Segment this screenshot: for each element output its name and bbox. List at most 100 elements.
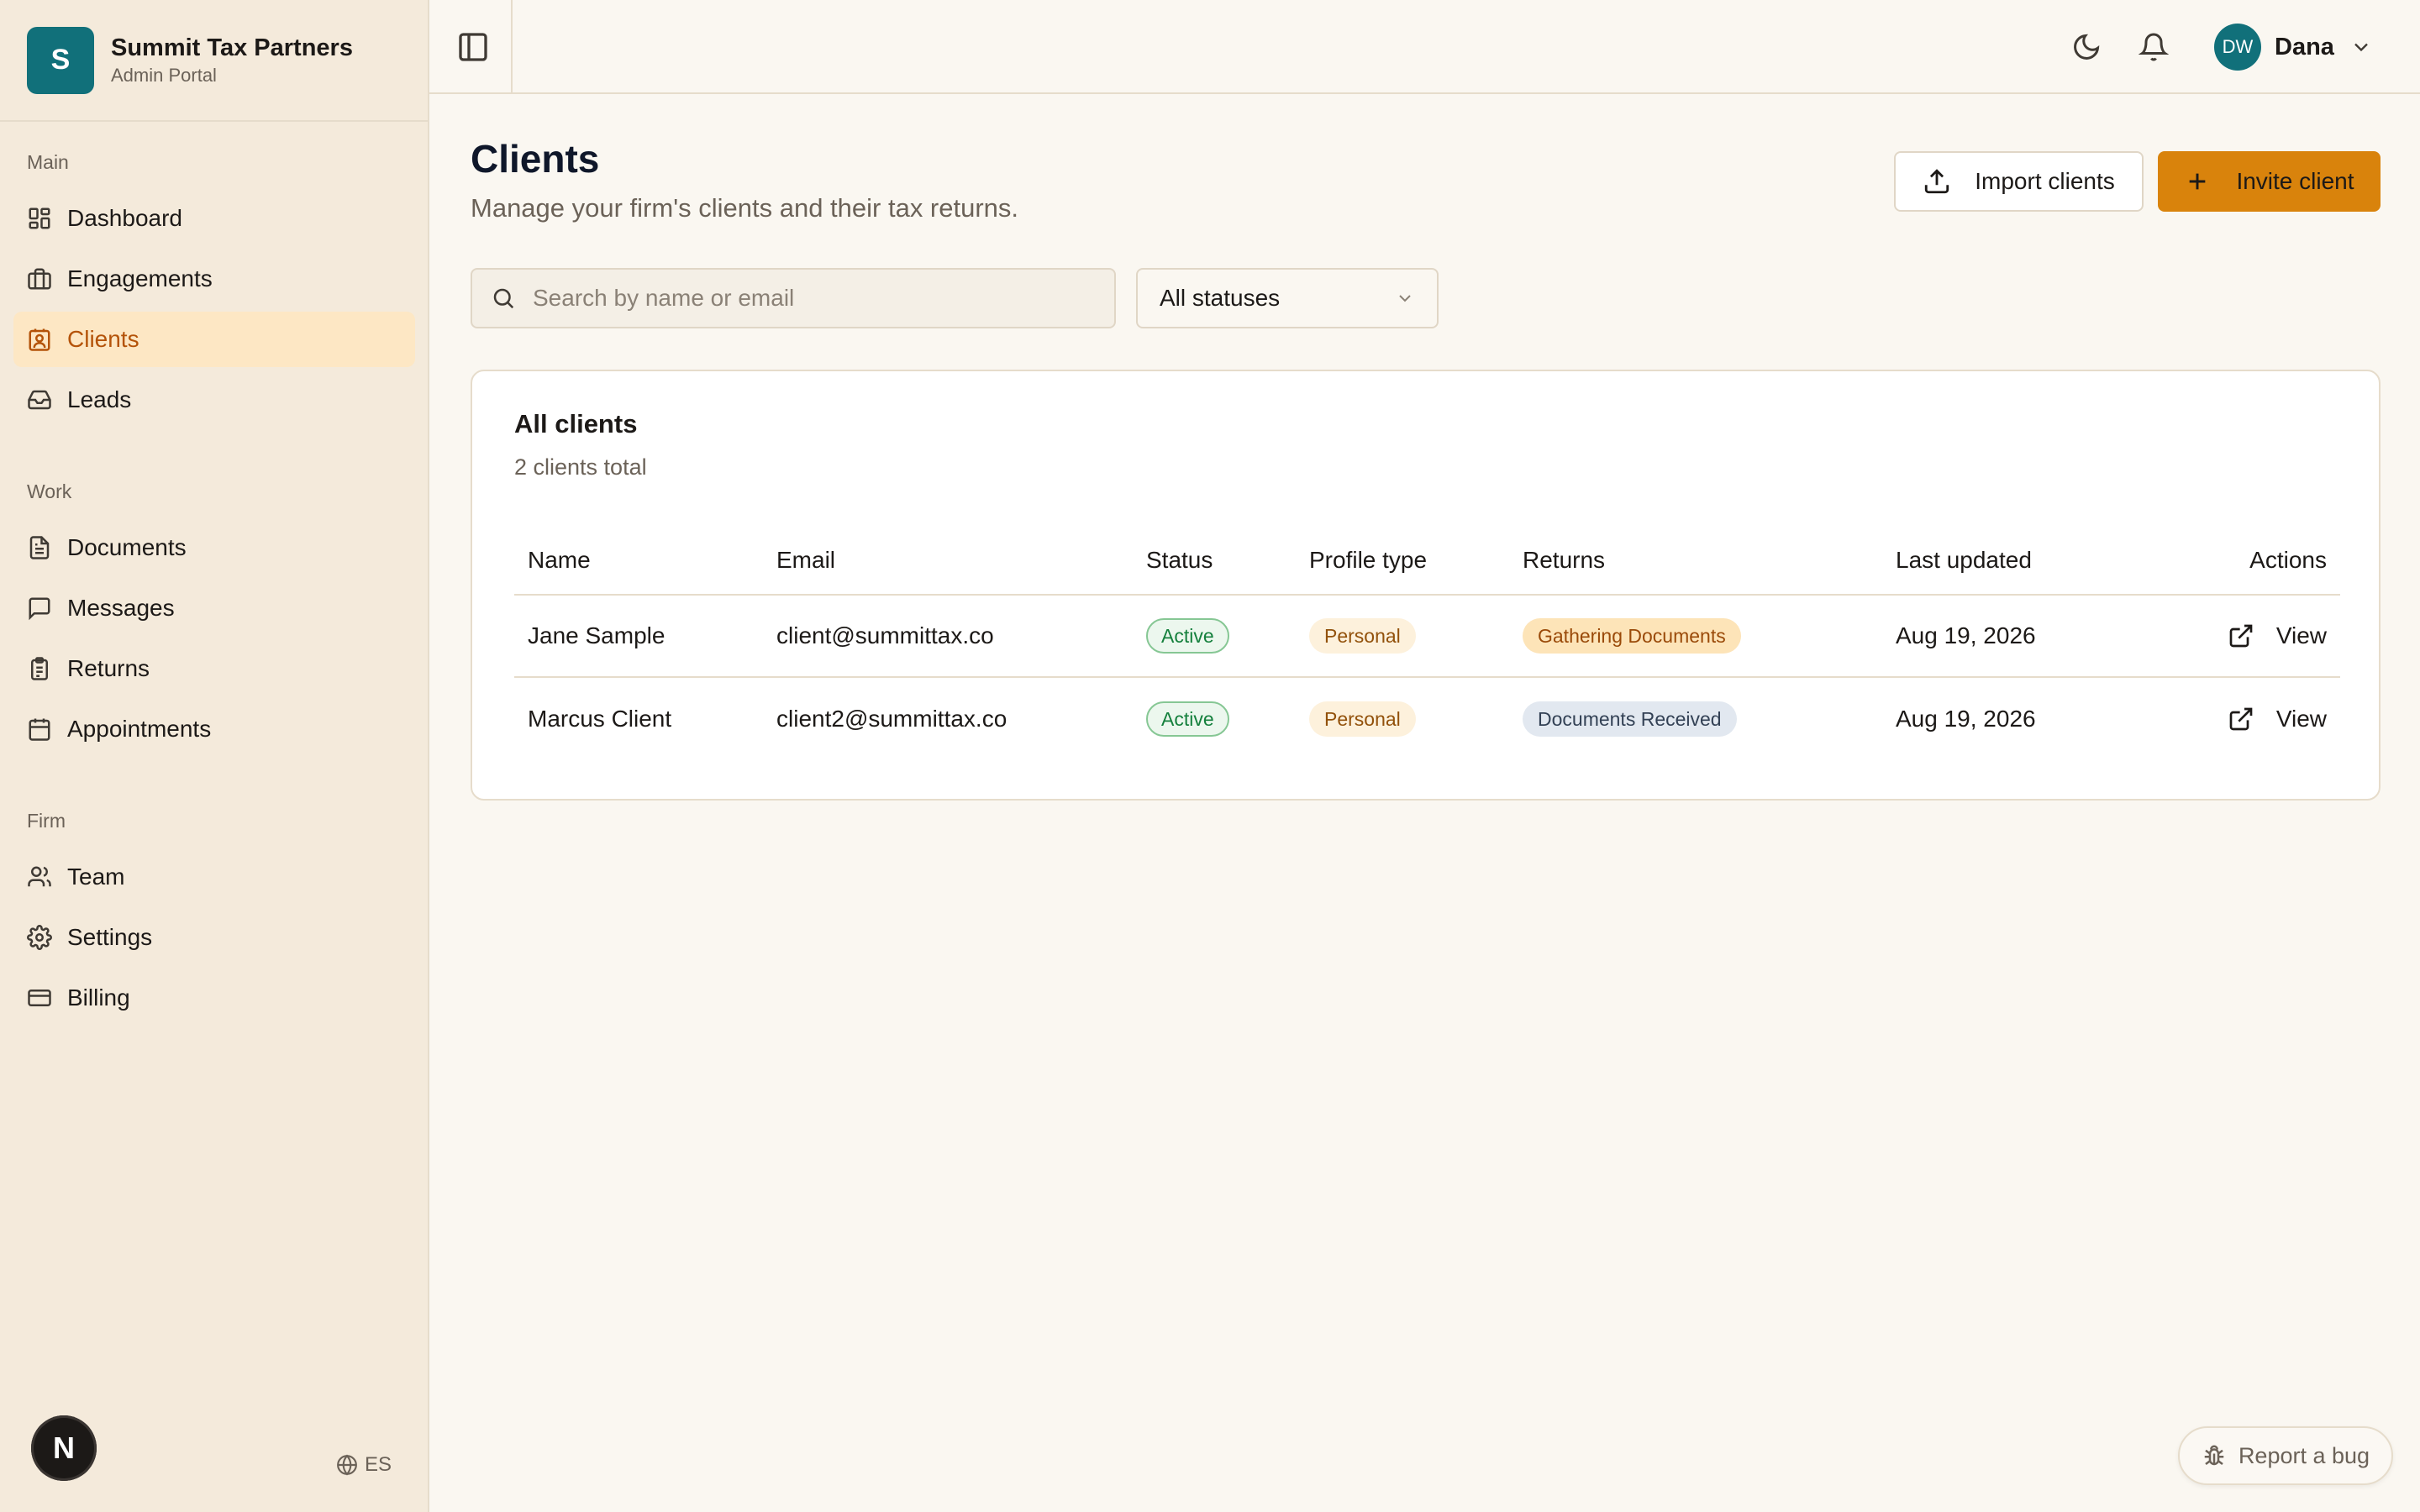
search-input[interactable]	[533, 285, 1104, 312]
status-filter-select[interactable]: All statuses	[1136, 268, 1439, 328]
column-header-name[interactable]: Name	[528, 527, 591, 594]
dashboard-icon	[29, 207, 50, 229]
view-label: View	[2275, 706, 2327, 732]
sidebar-item-settings[interactable]: Settings	[13, 910, 415, 965]
document-icon	[29, 536, 50, 559]
search-icon	[493, 288, 514, 309]
status-cell: Active	[1146, 596, 1229, 676]
bell-icon[interactable]	[2139, 32, 2169, 62]
column-header-status[interactable]: Status	[1146, 527, 1213, 594]
table-row[interactable]: Marcus Client client2@summittax.co Activ…	[514, 678, 2340, 760]
nav-section-main: Main Dashboard Engagements Clients Leads	[13, 145, 415, 428]
invite-client-label: Invite client	[2236, 168, 2354, 194]
invite-client-button[interactable]: Invite client	[2158, 151, 2381, 212]
client-name: Marcus Client	[528, 706, 672, 732]
brand-header[interactable]: S Summit Tax Partners Admin Portal	[0, 0, 428, 122]
sidebar: S Summit Tax Partners Admin Portal Main …	[0, 0, 429, 1512]
sidebar-item-appointments[interactable]: Appointments	[13, 701, 415, 757]
sidebar-item-returns[interactable]: Returns	[13, 641, 415, 696]
status-badge: Active	[1146, 701, 1229, 737]
briefcase-icon	[28, 268, 51, 290]
language-switcher[interactable]: ES	[336, 1453, 392, 1477]
calendar-icon	[29, 718, 50, 741]
sidebar-toggle-icon[interactable]	[456, 30, 490, 64]
clients-card: All clients 2 clients total Name Email S…	[471, 370, 2381, 801]
sidebar-item-label: Appointments	[67, 716, 212, 742]
returns-cell: Documents Received	[1523, 678, 1737, 760]
upload-icon	[1925, 169, 1949, 194]
clipboard-icon	[31, 657, 48, 680]
column-header-last-updated[interactable]: Last updated	[1896, 527, 2032, 594]
page-title: Clients	[471, 137, 600, 181]
last-updated: Aug 19, 2026	[1896, 622, 2036, 648]
sidebar-item-messages[interactable]: Messages	[13, 580, 415, 636]
sidebar-item-leads[interactable]: Leads	[13, 372, 415, 428]
view-client-button[interactable]: View	[2228, 622, 2327, 649]
nav-heading: Firm	[27, 810, 66, 832]
contact-icon	[29, 328, 50, 351]
report-bug-button[interactable]: Report a bug	[2178, 1426, 2393, 1485]
report-bug-label: Report a bug	[2238, 1442, 2370, 1468]
chevron-down-icon	[2354, 43, 2368, 52]
view-label: View	[2275, 622, 2327, 648]
status-cell: Active	[1146, 678, 1229, 760]
user-menu[interactable]: DW Dana	[2214, 24, 2373, 71]
clients-table: Name Email Status Profile type Returns L…	[514, 527, 2340, 760]
column-header-profile-type[interactable]: Profile type	[1309, 527, 1427, 594]
moon-icon[interactable]	[2071, 32, 2102, 62]
returns-badge: Documents Received	[1523, 701, 1737, 737]
clients-count: 2 clients total	[514, 454, 647, 480]
sidebar-item-label: Returns	[67, 655, 150, 681]
topbar: DW Dana	[429, 0, 2420, 94]
returns-cell: Gathering Documents	[1523, 596, 1741, 676]
sidebar-item-label: Settings	[67, 924, 153, 950]
sidebar-item-billing[interactable]: Billing	[13, 970, 415, 1026]
actions-cell: View	[2228, 596, 2327, 676]
users-icon	[28, 866, 51, 887]
sidebar-item-label: Leads	[67, 386, 132, 412]
search-box[interactable]	[471, 268, 1116, 328]
returns-badge: Gathering Documents	[1523, 618, 1741, 654]
sidebar-item-label: Dashboard	[67, 205, 182, 231]
brand-subtitle: Admin Portal	[111, 64, 217, 86]
client-email: client2@summittax.co	[776, 706, 1007, 732]
profile-badge: Personal	[1309, 701, 1416, 737]
avatar: DW	[2214, 24, 2261, 71]
user-name: Dana	[2275, 33, 2334, 60]
gear-icon	[27, 925, 52, 950]
sidebar-item-team[interactable]: Team	[13, 849, 415, 905]
language-label: ES	[365, 1453, 392, 1476]
sidebar-item-label: Documents	[67, 534, 187, 560]
sidebar-item-engagements[interactable]: Engagements	[13, 251, 415, 307]
column-header-returns[interactable]: Returns	[1523, 527, 1605, 594]
table-row[interactable]: Jane Sample client@summittax.co Active P…	[514, 596, 2340, 678]
sidebar-item-dashboard[interactable]: Dashboard	[13, 191, 415, 246]
globe-icon	[337, 1454, 357, 1476]
credit-card-icon	[28, 990, 51, 1006]
bug-icon	[2204, 1445, 2224, 1466]
card-title: All clients	[514, 409, 638, 438]
client-name: Jane Sample	[528, 622, 666, 648]
sidebar-item-label: Engagements	[67, 265, 213, 291]
external-link-icon	[2229, 707, 2253, 731]
sidebar-item-documents[interactable]: Documents	[13, 520, 415, 575]
status-badge: Active	[1146, 618, 1229, 654]
inbox-icon	[28, 390, 51, 410]
profile-badge: Personal	[1309, 618, 1416, 654]
import-clients-button[interactable]: Import clients	[1894, 151, 2144, 212]
dev-tools-badge[interactable]: N	[31, 1415, 97, 1481]
nav-section-firm: Firm Team Settings Billing	[13, 804, 415, 1026]
nav-heading: Main	[27, 151, 69, 173]
nav-heading: Work	[27, 480, 72, 502]
profile-cell: Personal	[1309, 596, 1416, 676]
sidebar-item-clients[interactable]: Clients	[13, 312, 415, 367]
view-client-button[interactable]: View	[2228, 706, 2327, 732]
sidebar-item-label: Team	[67, 864, 125, 890]
column-header-email[interactable]: Email	[776, 527, 835, 594]
sidebar-item-label: Messages	[67, 595, 175, 621]
last-updated: Aug 19, 2026	[1896, 706, 2036, 732]
sidebar-item-label: Clients	[67, 326, 139, 352]
table-header: Name Email Status Profile type Returns L…	[514, 527, 2340, 596]
chevron-down-icon	[1399, 295, 1411, 302]
client-email: client@summittax.co	[776, 622, 994, 648]
